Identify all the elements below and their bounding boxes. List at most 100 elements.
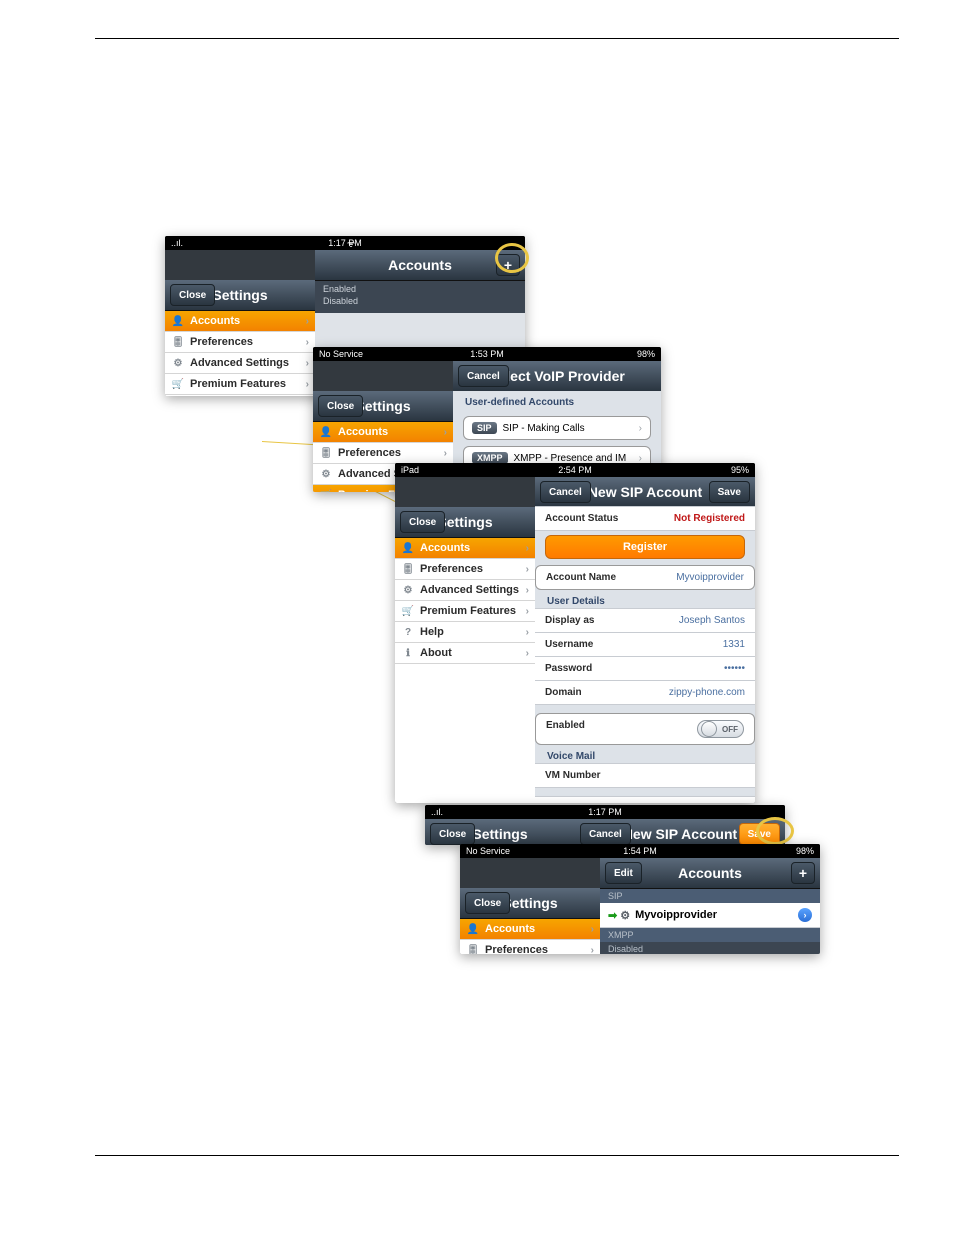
user-defined-header: User-defined Accounts [453,391,661,410]
settings-navbar: Close Settings [460,888,600,919]
display-as-row[interactable]: Display asJoseph Santos [535,608,755,633]
clock: 2:54 PM [558,465,592,475]
close-button[interactable]: Close [318,395,363,417]
sidebar-item-label: Accounts [420,542,470,554]
sidebar-item-label: Accounts [190,315,240,327]
cancel-button[interactable]: Cancel [540,481,591,503]
settings-title: Settings [212,287,267,303]
cell-label: XMPP - Presence and IM [514,453,627,464]
edit-button[interactable]: Edit [605,862,642,884]
adv-icon: ⚙ [319,469,333,480]
register-button[interactable]: Register [545,535,745,559]
sidebar-item-label: Advanced Settings [190,357,289,369]
sidebar-item-accounts[interactable]: 👤Accounts› [460,919,600,940]
settings-navbar: Close Settings [313,391,453,422]
prem-icon: 🛒 [319,490,333,493]
prem-icon: 🛒 [401,606,415,617]
vm-number-row[interactable]: VM Number [535,763,755,788]
chevron-right-icon: › [306,379,309,390]
close-button[interactable]: Close [465,892,510,914]
sidebar-item-prefs[interactable]: 🎚Preferences› [460,940,600,954]
sidebar-item-prem[interactable]: 🛒Premium Features› [165,374,315,395]
enabled-row[interactable]: Enabled OFF [535,713,755,745]
sidebar-item-prefs[interactable]: 🎚Preferences› [313,443,453,464]
password-row[interactable]: Password•••••• [535,656,755,681]
status-bar: No Service 1:53 PM 98% [313,347,661,361]
sidebar-item-label: Preferences [485,944,548,954]
panel-accounts-list: No Service 1:54 PM 98% Close Settings 👤A… [460,844,820,954]
sidebar-item-prem[interactable]: 🛒 Premium Features › [395,601,535,622]
chevron-right-icon: › [591,924,594,935]
enabled-disabled-header: Enabled Disabled [315,281,525,313]
prefs-icon: 🎚 [171,337,185,348]
clock: 1:54 PM [623,846,657,856]
close-button[interactable]: Close [170,284,215,306]
cancel-button[interactable]: Cancel [458,365,509,387]
account-status-row: Account Status Not Registered [535,506,755,531]
settings-sidebar: Close Settings 👤Accounts›🎚Preferences›⚙A… [395,507,536,803]
sidebar-item-label: Accounts [338,426,388,438]
sidebar-item-label: About [420,647,452,659]
add-account-button[interactable]: + [496,254,520,276]
account-row[interactable]: ➡ ⚙ Myvoipprovider › [600,903,820,928]
accounts-navbar: Accounts + [315,250,525,281]
settings-title: Settings [355,398,410,414]
close-button[interactable]: Close [430,823,475,845]
panel-new-sip: iPad 2:54 PM 95% Close Settings 👤Account… [395,463,755,803]
sidebar-item-label: Preferences [190,336,253,348]
settings-sidebar: Close Settings 👤Accounts›🎚Preferences›⚙A… [460,888,601,954]
protocol-badge: SIP [472,422,497,434]
sidebar-item-help[interactable]: ?Help› [165,395,315,396]
chevron-right-icon: › [306,337,309,348]
top-rule [95,38,899,39]
sidebar-item-adv[interactable]: ⚙Advanced Settings› [395,580,535,601]
close-button[interactable]: Close [400,511,445,533]
account-name-row[interactable]: Account Name Myvoipprovider [535,565,755,590]
add-account-button[interactable]: + [791,862,815,884]
sidebar-item-about[interactable]: ℹAbout› [395,643,535,664]
chevron-right-icon: › [526,543,529,554]
domain-row[interactable]: Domainzippy-phone.com [535,680,755,705]
sidebar-item-label: Advanced Settings [420,584,519,596]
prefs-icon: 🎚 [401,564,415,575]
accounts-list-detail: Edit Accounts + SIP ➡ ⚙ Myvoipprovider ›… [600,858,820,954]
voice-mail-header: Voice Mail [535,745,755,764]
sip-navbar: Cancel New SIP Account Save [575,819,785,845]
cell-label: SIP - Making Calls [503,423,585,434]
voip-type-cell[interactable]: SIP SIP - Making Calls › [463,416,651,440]
status-bar: No Service 1:54 PM 98% [460,844,820,858]
sidebar-item-accounts[interactable]: 👤Accounts› [165,311,315,332]
sidebar-item-accounts[interactable]: 👤 Accounts › [395,538,535,559]
disclosure-icon[interactable]: › [798,908,812,922]
sidebar-item-accounts[interactable]: 👤Accounts› [313,422,453,443]
battery-pct: 98% [637,349,655,359]
status-bar: ..ıl. ᯤ 1:17 PM [165,236,525,250]
settings-sidebar: Close Settings 👤Accounts› 🎚 Preferences › ⚙A… [165,280,316,396]
chevron-right-icon: › [444,448,447,459]
disabled-section-band: Disabled [600,942,820,954]
sidebar-item-label: Preferences [338,447,401,459]
dial-plan-row[interactable]: Dial Plan (Number Prefixes)› [535,796,755,803]
account-name: Myvoipprovider [635,909,717,921]
settings-navbar: Close Settings [425,819,575,845]
sidebar-item-prefs[interactable]: 🎚Preferences› [395,559,535,580]
status-bar: ..ıl. 1:17 PM [425,805,785,819]
cancel-button[interactable]: Cancel [580,823,631,845]
chevron-right-icon: › [526,627,529,638]
adv-icon: ⚙ [401,585,415,596]
signal-text: ..ıl. [171,238,183,248]
chevron-right-icon: › [526,648,529,659]
status-arrow-icon: ➡ [608,909,617,922]
chevron-right-icon: › [639,423,642,434]
save-button[interactable]: Save [739,823,780,845]
sidebar-item-prefs[interactable]: 🎚 Preferences › [165,332,315,353]
status-bar: iPad 2:54 PM 95% [395,463,755,477]
sidebar-item-adv[interactable]: ⚙Advanced Settings› [165,353,315,374]
chevron-right-icon: › [526,606,529,617]
username-row[interactable]: Username1331 [535,632,755,657]
enabled-toggle[interactable]: OFF [697,720,744,738]
sidebar-item-label: Premium Features [420,605,516,617]
save-button[interactable]: Save [709,481,750,503]
accounts-icon: 👤 [401,543,415,554]
sidebar-item-help[interactable]: ?Help› [395,622,535,643]
